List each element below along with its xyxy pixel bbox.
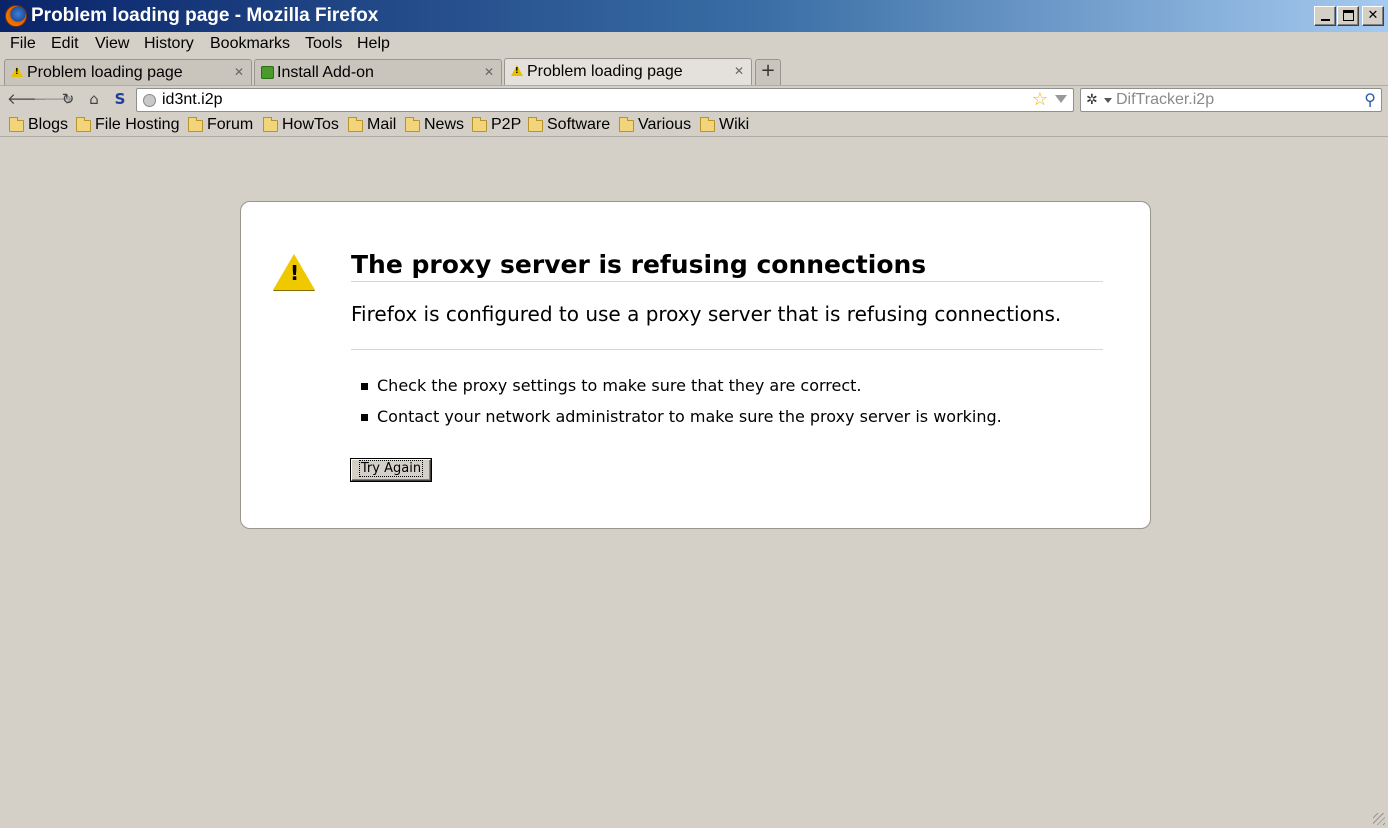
reload-icon[interactable]: ↻ [59,90,77,108]
error-page-container: ! The proxy server is refusing connectio… [240,201,1151,529]
bookmarks-toolbar: Blogs File Hosting Forum HowTos Mail New… [0,113,1388,137]
tab-problem-loading-1[interactable]: Problem loading page ✕ [4,59,252,85]
menu-history[interactable]: History [144,34,194,54]
maximize-button[interactable] [1337,6,1359,26]
firefox-logo-icon[interactable] [5,5,27,27]
folder-icon [619,117,634,132]
url-bar[interactable]: id3nt.i2p ☆ [136,88,1074,112]
bookmark-label: File Hosting [95,116,180,133]
addon-icon [261,66,274,79]
divider [351,281,1103,282]
folder-icon [405,117,420,132]
url-text[interactable]: id3nt.i2p [162,91,223,109]
folder-icon [700,117,715,132]
history-dropdown-icon[interactable] [1055,95,1067,103]
new-tab-button[interactable]: + [755,59,781,85]
warning-icon [511,65,523,76]
minimize-icon [1321,19,1330,21]
search-input[interactable] [1116,91,1356,109]
close-icon: ✕ [1367,8,1379,23]
warning-icon: ! [273,254,315,290]
warning-icon [11,66,23,77]
list-item: Check the proxy settings to make sure th… [361,370,1002,401]
close-window-button[interactable]: ✕ [1362,6,1384,26]
bookmark-label: News [424,116,465,133]
sync-icon[interactable]: S [111,90,129,108]
title-bar: Problem loading page - Mozilla Firefox ✕ [0,0,1388,32]
divider [351,349,1103,350]
bookmark-label: Blogs [28,116,69,133]
close-tab-icon[interactable]: ✕ [484,65,494,79]
bookmark-label: Various [638,116,692,133]
home-icon[interactable]: ⌂ [85,90,103,108]
close-tab-icon[interactable]: ✕ [734,64,744,78]
tab-label: Install Add-on [277,64,374,81]
menu-bar: File Edit View History Bookmarks Tools H… [0,32,1388,56]
error-title: The proxy server is refusing connections [351,250,927,279]
menu-tools[interactable]: Tools [305,34,342,54]
bookmark-star-icon[interactable]: ☆ [1032,90,1048,110]
tab-strip: Problem loading page ✕ Install Add-on ✕ … [0,57,1388,85]
bookmark-label: HowTos [282,116,339,133]
search-engine-icon[interactable]: ✲ [1086,91,1098,109]
back-icon[interactable]: 🡐 [7,90,47,108]
forward-icon[interactable]: 🡒 [33,90,73,108]
folder-icon [76,117,91,132]
folder-icon [188,117,203,132]
menu-help[interactable]: Help [357,34,390,54]
bookmark-label: P2P [491,116,522,133]
menu-edit[interactable]: Edit [51,34,79,54]
tab-install-addon[interactable]: Install Add-on ✕ [254,59,502,85]
folder-icon [9,117,24,132]
error-suggestions-list: Check the proxy settings to make sure th… [361,370,1002,432]
folder-icon [472,117,487,132]
engine-dropdown-icon[interactable] [1104,98,1112,103]
minimize-button[interactable] [1314,6,1336,26]
error-description: Firefox is configured to use a proxy ser… [351,302,1062,326]
tab-label: Problem loading page [527,63,683,80]
firefox-window: Problem loading page - Mozilla Firefox ✕… [0,0,1388,828]
globe-icon[interactable] [143,94,156,107]
folder-icon [263,117,278,132]
resize-grip[interactable] [1373,813,1385,825]
folder-icon [348,117,363,132]
menu-file[interactable]: File [10,34,36,54]
tab-label: Problem loading page [27,64,183,81]
menu-view[interactable]: View [95,34,129,54]
folder-icon [528,117,543,132]
bookmark-label: Forum [207,116,254,133]
window-title: Problem loading page - Mozilla Firefox [31,5,379,26]
try-again-label: Try Again [358,460,424,477]
menu-bookmarks[interactable]: Bookmarks [210,34,290,54]
tab-problem-loading-2[interactable]: Problem loading page ✕ [504,58,752,85]
bookmark-label: Mail [367,116,397,133]
bookmark-label: Software [547,116,611,133]
page-content: ! The proxy server is refusing connectio… [0,138,1388,828]
search-bar[interactable]: ✲ ⚲ [1080,88,1382,112]
maximize-icon [1343,10,1354,21]
search-magnifier-icon[interactable]: ⚲ [1364,90,1376,110]
try-again-button[interactable]: Try Again [351,459,431,481]
navigation-toolbar: 🡐 🡒 ↻ ⌂ S id3nt.i2p ☆ ✲ ⚲ [0,85,1388,113]
plus-icon: + [760,60,776,81]
list-item: Contact your network administrator to ma… [361,401,1002,432]
close-tab-icon[interactable]: ✕ [234,65,244,79]
bookmark-label: Wiki [719,116,750,133]
